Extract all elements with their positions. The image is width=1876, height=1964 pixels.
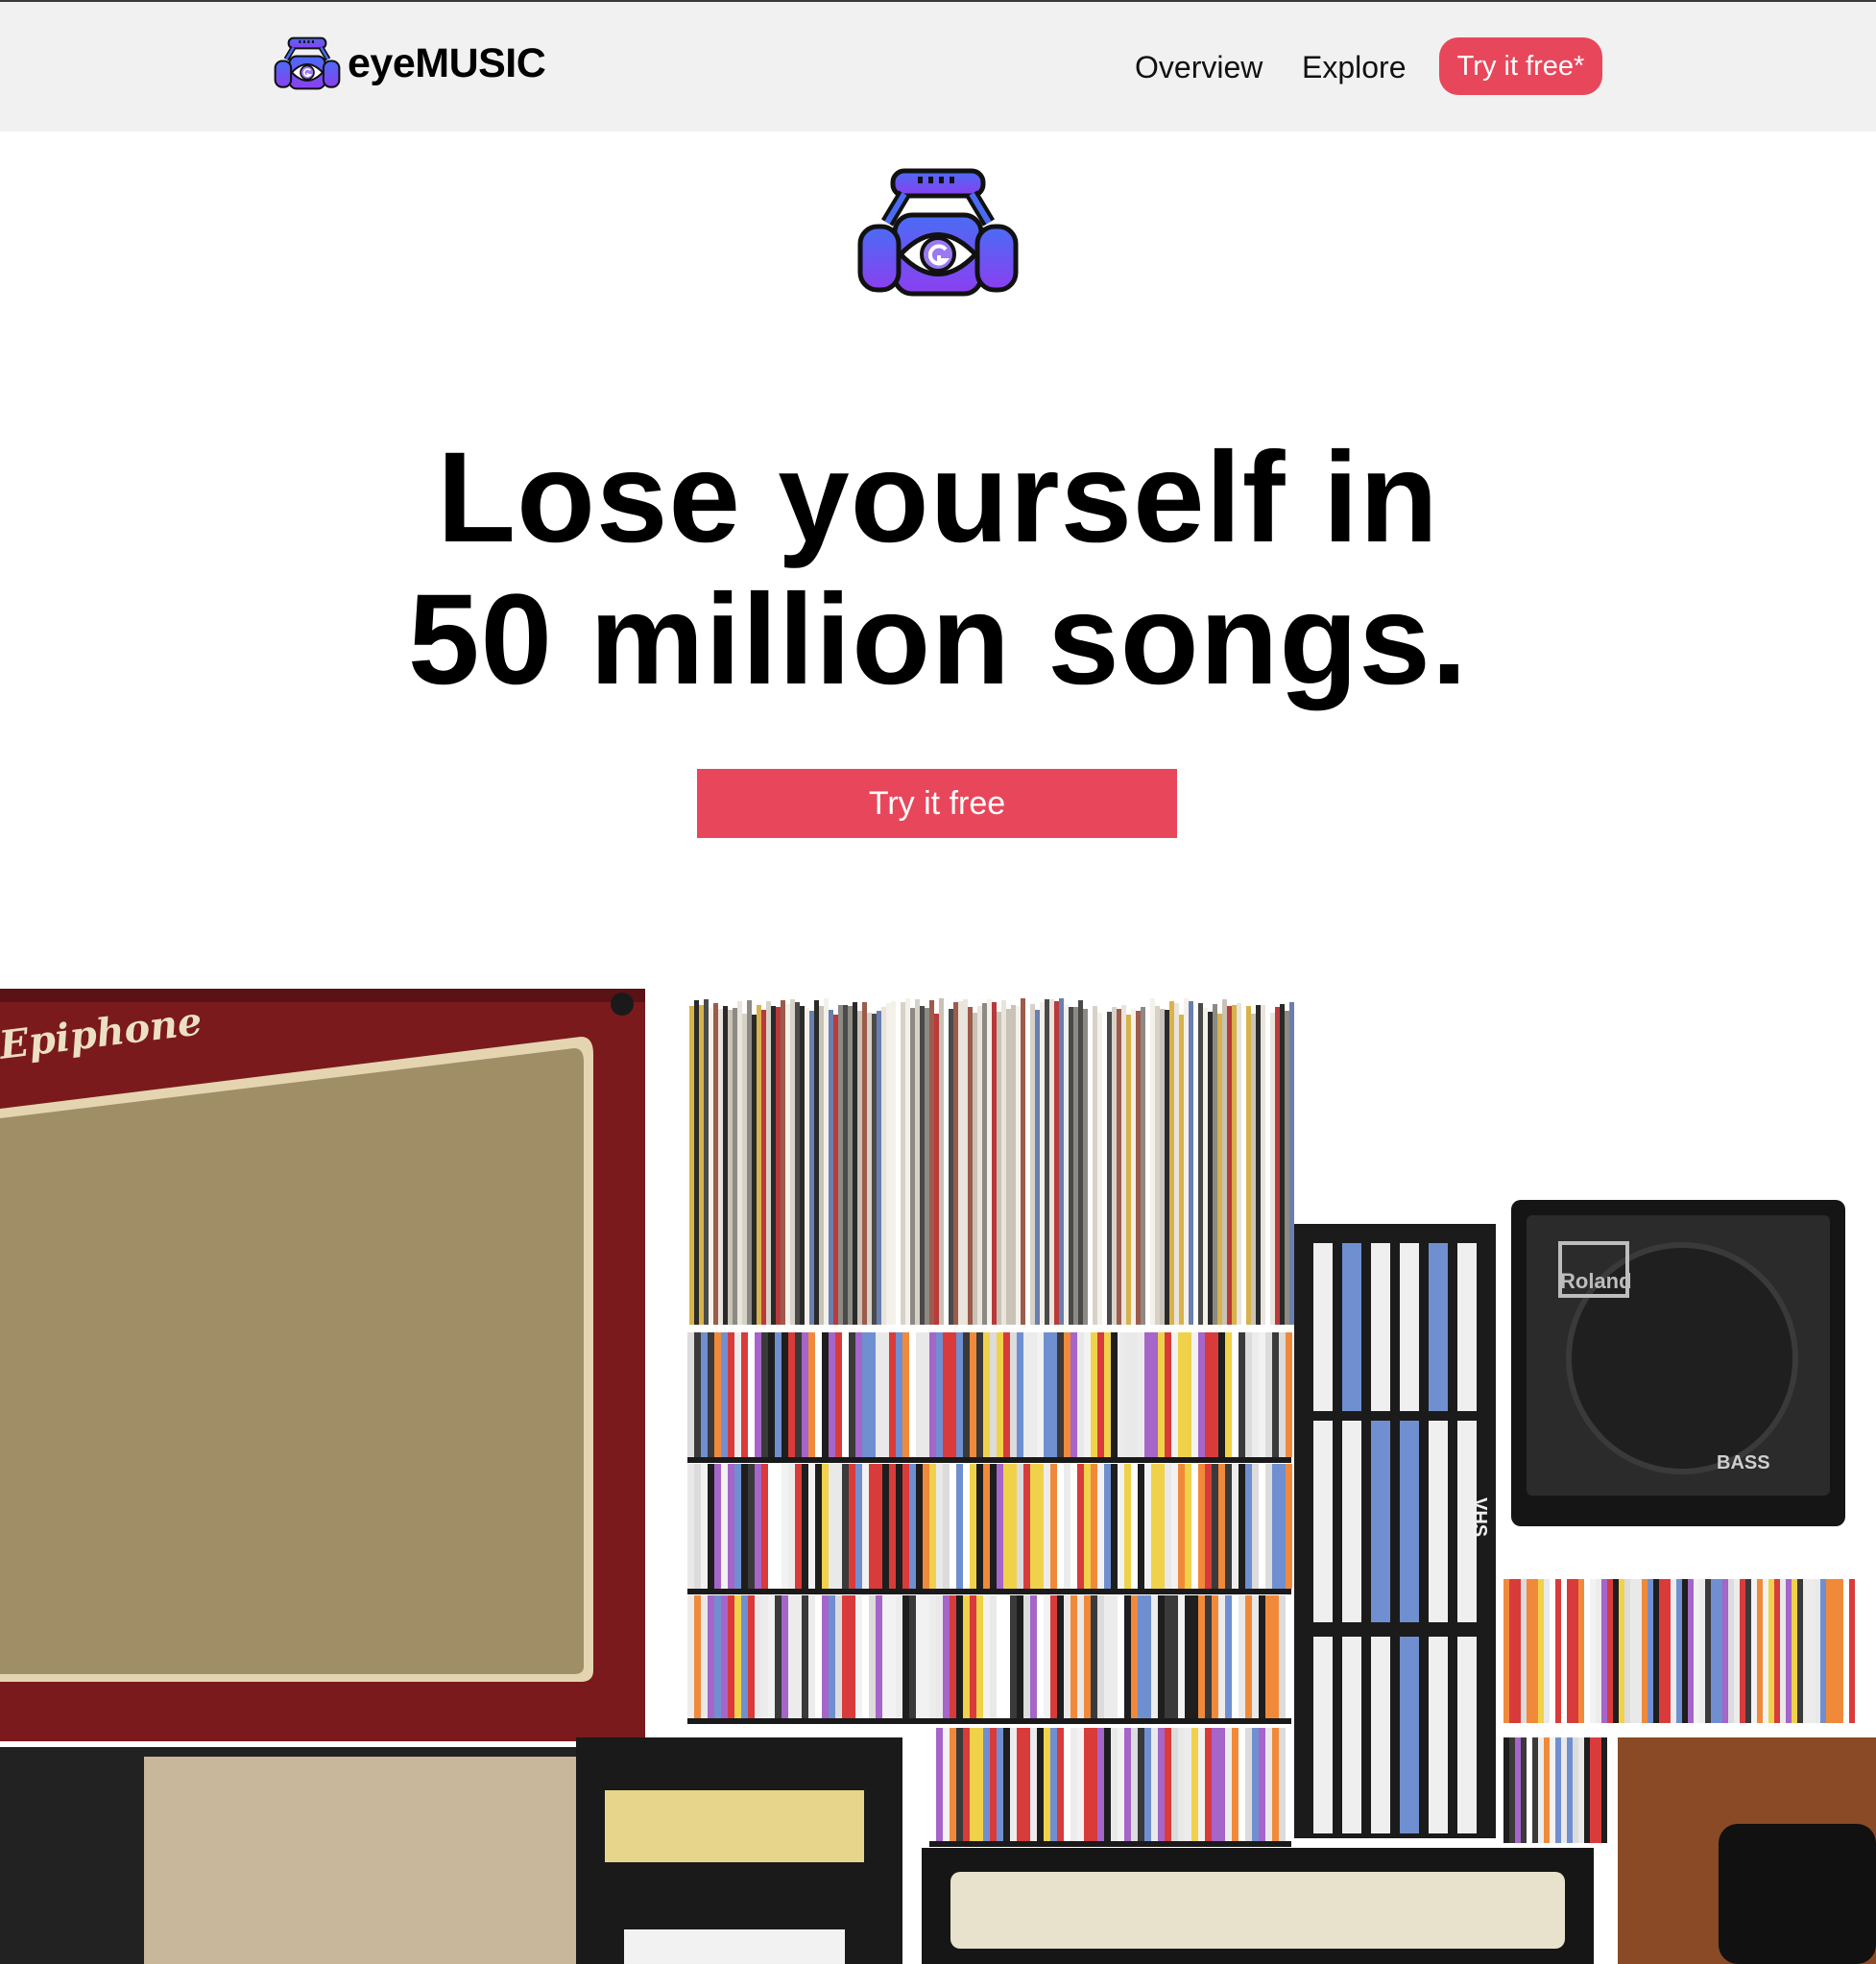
headline-line-2: 50 million songs. xyxy=(407,568,1469,711)
svg-text:Roland: Roland xyxy=(1560,1269,1632,1293)
headphones-eye-icon xyxy=(856,165,1020,299)
nav-overview-link[interactable]: Overview xyxy=(1135,50,1263,85)
headphones-eye-icon xyxy=(274,33,341,94)
brand-name: eyeMUSIC xyxy=(348,39,546,86)
svg-text:VHS: VHS xyxy=(1469,1497,1490,1537)
top-nav-bar: eyeMUSIC Overview Explore Try it free* xyxy=(0,2,1876,132)
svg-text:BASS: BASS xyxy=(1717,1452,1770,1473)
nav-try-free-button[interactable]: Try it free* xyxy=(1439,37,1602,95)
hero-headline: Lose yourself in 50 million songs. xyxy=(0,427,1876,711)
music-gear-collage-image: Epiphone VHS Roland BASS xyxy=(0,989,1876,1964)
hero-try-free-button[interactable]: Try it free xyxy=(697,769,1177,838)
brand-home-link[interactable]: eyeMUSIC xyxy=(274,33,546,94)
headline-line-1: Lose yourself in xyxy=(437,426,1439,569)
nav-explore-link[interactable]: Explore xyxy=(1302,50,1407,85)
